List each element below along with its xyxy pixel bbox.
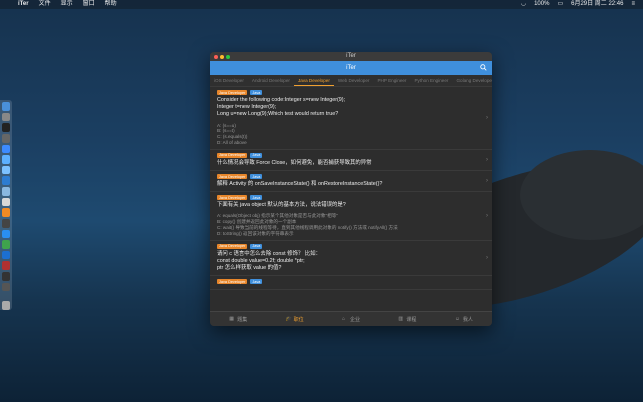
app-icon[interactable] <box>2 272 10 281</box>
tab-label: 题集 <box>237 316 248 323</box>
app-icon[interactable] <box>2 250 10 260</box>
app-icon[interactable] <box>2 218 10 228</box>
terminal-icon[interactable] <box>2 123 10 132</box>
category-tabs: iOS Developer Android Developer Java Dev… <box>210 75 492 87</box>
category-badge: Java Developer <box>217 243 248 249</box>
language-badge: Java <box>250 243 263 249</box>
category-badge: Java Developer <box>217 90 248 95</box>
nav-bar: iTer <box>210 61 492 75</box>
minimize-window-button[interactable] <box>220 54 224 59</box>
tab-question-set[interactable]: ▦ 题集 <box>210 312 266 326</box>
option-d: D: toString() 返回该对象的字符串表示 <box>217 230 294 236</box>
user-icon: ☺ <box>454 316 460 322</box>
maps-icon[interactable] <box>2 165 10 175</box>
app-icon[interactable] <box>2 187 10 196</box>
tab-jobs[interactable]: 🎓 职位 <box>266 312 322 326</box>
question-card[interactable]: Java Developer Java 什么情况会导致 Force Close，… <box>210 150 492 171</box>
zoom-window-button[interactable] <box>226 54 230 59</box>
language-badge: Java <box>250 279 263 285</box>
app-icon[interactable] <box>2 282 10 292</box>
chevron-right-icon: › <box>486 114 488 121</box>
category-badge: Java Developer <box>217 174 248 179</box>
menu-help[interactable]: 帮助 <box>105 0 117 9</box>
tab-companies[interactable]: ⌂ 企业 <box>323 312 379 326</box>
nav-title: iTer <box>346 65 356 71</box>
system-icon[interactable] <box>2 133 10 143</box>
finder-icon[interactable] <box>2 102 10 111</box>
tab-profile[interactable]: ☺ 我人 <box>436 312 492 326</box>
tab-label: 职位 <box>293 316 304 323</box>
question-text: 请问 c 语言中怎么去除 const 修饰？ 比如： const double … <box>217 250 321 271</box>
tab-java[interactable]: Java Developer <box>293 75 334 86</box>
xcode-icon[interactable] <box>2 155 10 164</box>
language-badge: Java <box>250 195 263 201</box>
tab-courses[interactable]: ▥ 课程 <box>379 312 435 326</box>
menubar: iTer 文件 显示 窗口 帮助 ◡ 100% ▭ 6月29日 周二 22:46… <box>0 0 643 9</box>
question-card[interactable]: Java Developer Java 请问 c 语言中怎么去除 const 修… <box>210 241 492 277</box>
launchpad-icon[interactable] <box>2 112 10 122</box>
home-icon: ⌂ <box>342 316 346 322</box>
sublime-icon[interactable] <box>2 208 10 217</box>
tab-ios[interactable]: iOS Developer <box>210 75 248 86</box>
chevron-right-icon: › <box>486 212 488 219</box>
menu-window[interactable]: 窗口 <box>83 0 95 9</box>
tab-label: 课程 <box>406 316 417 323</box>
menu-app[interactable]: iTer <box>18 0 29 9</box>
tab-label: 企业 <box>350 316 361 323</box>
tab-label: 我人 <box>462 316 473 323</box>
clock[interactable]: 6月29日 周二 22:46 <box>571 0 623 9</box>
question-card[interactable]: Java Developer Java 下面有关 java object 默认的… <box>210 192 492 241</box>
option-d: D: All of above <box>217 140 247 145</box>
app-window: iTer iTer iOS Developer Android Develope… <box>210 52 492 326</box>
bar-chart-icon: ▥ <box>398 316 404 322</box>
bottom-tab-bar: ▦ 题集 🎓 职位 ⌂ 企业 ▥ 课程 ☺ 我人 <box>210 311 492 326</box>
category-badge: Java Developer <box>217 279 248 285</box>
tab-web[interactable]: Web Developer <box>334 75 374 86</box>
menu-file[interactable]: 文件 <box>39 0 51 9</box>
app-icon[interactable] <box>2 261 10 270</box>
battery-icon[interactable]: ▭ <box>557 0 563 9</box>
tab-python[interactable]: Python Engineer <box>410 75 452 86</box>
question-text: 什么情况会导致 Force Close，如何避免，能否捕获导致其的异常 <box>217 159 372 166</box>
tab-android[interactable]: Android Developer <box>248 75 294 86</box>
app-icon[interactable] <box>2 176 10 185</box>
battery-percent: 100% <box>534 1 550 7</box>
question-list: Java Developer Java Consider the followi… <box>210 87 492 312</box>
menu-view[interactable]: 显示 <box>61 0 73 9</box>
dock <box>0 100 12 310</box>
language-badge: Java <box>250 152 263 158</box>
tab-golang[interactable]: Golang Developer <box>452 75 492 86</box>
tab-php[interactable]: PHP Engineer <box>373 75 410 86</box>
chevron-right-icon: › <box>486 254 488 261</box>
list-icon[interactable]: ≡ <box>631 0 635 9</box>
category-badge: Java Developer <box>217 195 248 201</box>
category-badge: Java Developer <box>217 152 248 158</box>
question-card[interactable]: Java Developer Java 解释 Activity 的 onSave… <box>210 171 492 193</box>
app-icon[interactable] <box>2 240 10 249</box>
graduation-cap-icon: 🎓 <box>285 316 292 322</box>
vscode-icon[interactable] <box>2 229 10 239</box>
safari-icon[interactable] <box>2 144 10 154</box>
close-window-button[interactable] <box>214 54 218 59</box>
question-text: Consider the following code:Integer s=ne… <box>217 97 346 118</box>
question-card[interactable]: Java Developer Java <box>210 276 492 291</box>
window-titlebar[interactable]: iTer <box>210 52 492 61</box>
search-icon[interactable] <box>480 64 487 71</box>
question-text: 解释 Activity 的 onSaveInstanceState() 和 on… <box>217 181 383 187</box>
language-badge: Java <box>250 174 263 179</box>
chevron-right-icon: › <box>486 156 488 163</box>
wifi-icon[interactable]: ◡ <box>521 0 526 9</box>
question-text: 下面有关 java object 默认的基本方法，说法错误的是? <box>217 202 346 209</box>
window-title: iTer <box>346 53 356 59</box>
question-card[interactable]: Java Developer Java Consider the followi… <box>210 87 492 150</box>
language-badge: Java <box>250 90 263 95</box>
chevron-right-icon: › <box>486 178 488 185</box>
app-icon[interactable] <box>2 197 10 207</box>
trash-icon[interactable] <box>2 301 10 310</box>
grid-icon: ▦ <box>229 316 234 322</box>
